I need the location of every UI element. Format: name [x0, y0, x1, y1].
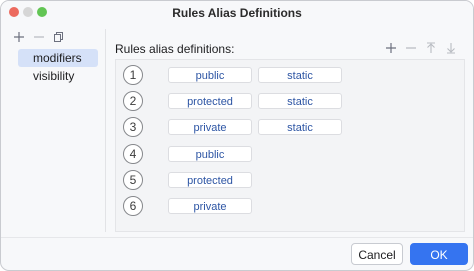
rule-chip[interactable]: public — [168, 67, 252, 83]
rule-chip[interactable]: public — [168, 146, 252, 162]
copy-button[interactable] — [51, 30, 67, 44]
cancel-button[interactable]: Cancel — [351, 243, 403, 265]
rule-number: 5 — [123, 170, 143, 190]
window-title: Rules Alias Definitions — [172, 6, 302, 20]
vertical-divider — [105, 29, 106, 232]
rules-label: Rules alias definitions: — [115, 42, 235, 56]
arrow-up-icon — [427, 42, 435, 53]
rule-number: 4 — [123, 144, 143, 164]
rule-chip[interactable]: protected — [168, 93, 252, 109]
rule-chip[interactable]: private — [168, 119, 252, 135]
sidebar-item-visibility[interactable]: visibility — [18, 67, 98, 85]
minus-icon — [406, 47, 416, 49]
rule-chip[interactable]: protected — [168, 172, 252, 188]
rule-number: 6 — [123, 196, 143, 216]
rule-number: 3 — [123, 117, 143, 137]
rules-toolbar — [382, 41, 460, 55]
rule-chip[interactable]: static — [258, 119, 342, 135]
add-rule-button[interactable] — [382, 41, 400, 55]
add-button[interactable] — [11, 30, 27, 44]
sidebar-item-label: modifiers — [33, 51, 82, 65]
move-down-button[interactable] — [442, 41, 460, 55]
plus-icon — [386, 43, 396, 53]
sidebar-toolbar — [11, 30, 67, 44]
rule-chip[interactable]: static — [258, 67, 342, 83]
dialog-window: Rules Alias Definitions modifiers visibi… — [0, 0, 474, 271]
rule-chip[interactable]: private — [168, 198, 252, 214]
arrow-down-icon — [447, 43, 455, 54]
ok-button[interactable]: OK — [410, 243, 468, 265]
rule-chip[interactable]: static — [258, 93, 342, 109]
remove-button[interactable] — [31, 30, 47, 44]
minus-icon — [34, 36, 44, 38]
sidebar-item-modifiers[interactable]: modifiers — [18, 49, 98, 67]
title-bar: Rules Alias Definitions — [1, 1, 473, 25]
rule-number: 2 — [123, 91, 143, 111]
sidebar-item-label: visibility — [33, 69, 75, 83]
plus-icon — [14, 32, 24, 42]
alias-sidebar: modifiers visibility — [7, 47, 103, 232]
footer-divider — [1, 237, 473, 238]
rule-number: 1 — [123, 65, 143, 85]
remove-rule-button[interactable] — [402, 41, 420, 55]
copy-icon — [54, 32, 63, 42]
move-up-button[interactable] — [422, 41, 440, 55]
